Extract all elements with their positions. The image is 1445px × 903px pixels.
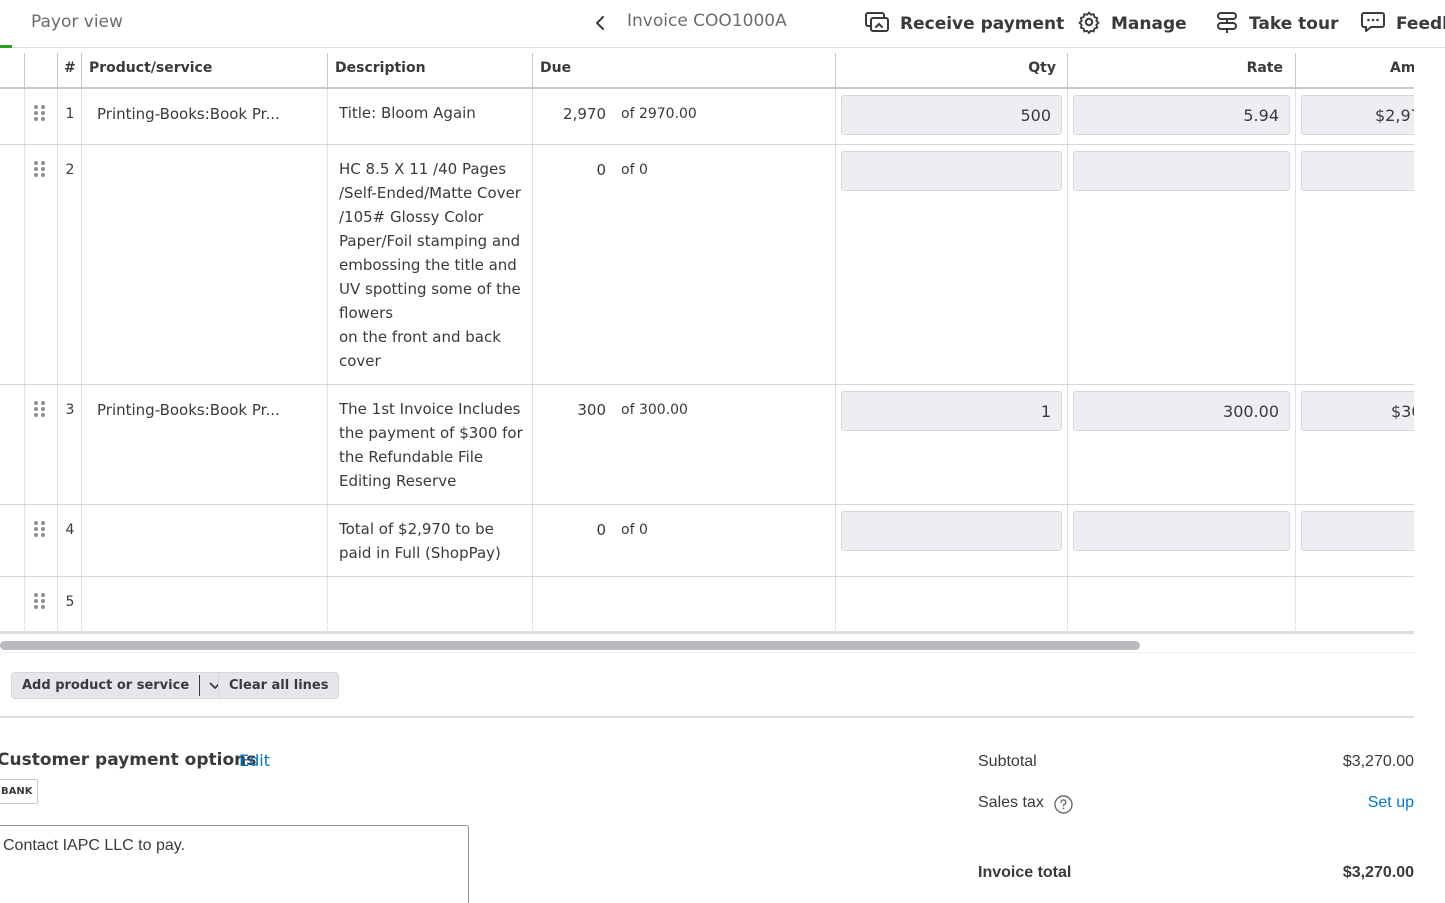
drag-handle-icon[interactable] [34, 105, 46, 121]
invoice-total-value: $3,270.00 [1342, 864, 1414, 881]
table-row[interactable]: 4 Total of $2,970 to be paid in Full (Sh… [0, 505, 1414, 577]
subtotal-value: $3,270.00 [1342, 753, 1414, 770]
rate-input[interactable]: 5.94 [1073, 95, 1290, 135]
customer-message-text: Contact IAPC LLC to pay. [3, 837, 186, 854]
manage-label: Manage [1111, 14, 1187, 34]
header-rate[interactable]: Rate [1247, 60, 1283, 76]
table-row[interactable]: 2 HC 8.5 X 11 /40 Pages /Self-Ended/Matt… [0, 145, 1414, 385]
receive-payment-icon [864, 10, 890, 39]
feedback-label: Feedb [1396, 14, 1445, 34]
line-items-table: # Product/service Description Due Qty Ra… [0, 53, 1414, 634]
description-cell[interactable]: HC 8.5 X 11 /40 Pages /Self-Ended/Matte … [339, 157, 525, 373]
amount-input[interactable] [1301, 511, 1414, 551]
header-due[interactable]: Due [540, 60, 571, 76]
amount-input[interactable] [1301, 151, 1414, 191]
gear-icon [1077, 10, 1101, 39]
qty-input[interactable] [841, 511, 1062, 551]
customer-message-field[interactable]: Contact IAPC LLC to pay. [0, 825, 469, 903]
add-product-button[interactable]: Add product or service [12, 673, 199, 698]
invoice-total-label: Invoice total [978, 864, 1072, 881]
due-value: 300 [577, 401, 606, 419]
sales-tax-setup-link[interactable]: Set up [1368, 794, 1414, 812]
qty-input[interactable]: 500 [841, 95, 1062, 135]
chat-bubble-icon [1360, 10, 1386, 39]
due-of: of 2970.00 [621, 106, 697, 122]
payment-options-edit-link[interactable]: Edit [239, 751, 270, 770]
drag-handle-icon[interactable] [34, 161, 46, 177]
rate-input[interactable]: 300.00 [1073, 391, 1290, 431]
manage-button[interactable]: Manage [1077, 9, 1187, 39]
header-description[interactable]: Description [335, 60, 426, 76]
row-number: 3 [65, 402, 75, 418]
sales-tax-label: Sales tax [978, 794, 1044, 811]
table-row[interactable]: 5 [0, 577, 1414, 631]
drag-handle-icon[interactable] [34, 401, 46, 417]
table-row[interactable]: 1 Printing-Books:Book Pr... Title: Bloom… [0, 89, 1414, 145]
description-cell[interactable]: Total of $2,970 to be paid in Full (Shop… [339, 517, 525, 565]
rate-input[interactable] [1073, 151, 1290, 191]
header-amount[interactable]: Am [1390, 60, 1414, 76]
add-product-split-button: Add product or service [11, 672, 232, 699]
payor-view-link[interactable]: Payor view [31, 12, 123, 32]
description-cell[interactable]: Title: Bloom Again [339, 101, 525, 125]
signpost-icon [1215, 10, 1239, 39]
header-num: # [64, 60, 76, 76]
due-value: 0 [596, 521, 606, 539]
due-of: of 0 [621, 162, 648, 178]
drag-handle-icon[interactable] [34, 593, 46, 609]
table-row[interactable]: 3 Printing-Books:Book Pr... The 1st Invo… [0, 385, 1414, 505]
product-cell[interactable]: Printing-Books:Book Pr... [97, 401, 280, 419]
chevron-left-icon[interactable] [590, 12, 610, 34]
top-bar: Payor view Invoice COO1000A Receive paym… [0, 0, 1445, 48]
row-number: 4 [65, 522, 75, 538]
qty-input[interactable] [841, 151, 1062, 191]
help-icon[interactable] [1054, 795, 1073, 814]
due-value: 2,970 [563, 105, 606, 123]
payment-options-title: Customer payment options [0, 750, 257, 770]
invoice-title: Invoice COO1000A [627, 11, 787, 31]
progress-indicator [0, 45, 12, 48]
rate-input[interactable] [1073, 511, 1290, 551]
horizontal-scrollbar[interactable] [0, 641, 1140, 650]
qty-input[interactable]: 1 [841, 391, 1062, 431]
bank-badge: BANK [0, 779, 39, 804]
due-of: of 300.00 [621, 402, 688, 418]
receive-payment-label: Receive payment [900, 14, 1065, 34]
due-value: 0 [596, 161, 606, 179]
amount-input[interactable]: $30 [1301, 391, 1414, 431]
row-number: 2 [65, 162, 75, 178]
receive-payment-button[interactable]: Receive payment [864, 9, 1064, 39]
feedback-button[interactable]: Feedb [1360, 9, 1445, 39]
take-tour-button[interactable]: Take tour [1215, 9, 1338, 39]
row-number: 5 [65, 594, 75, 610]
product-cell[interactable]: Printing-Books:Book Pr... [97, 105, 280, 123]
description-cell[interactable]: The 1st Invoice Includes the payment of … [339, 397, 525, 493]
table-header: # Product/service Description Due Qty Ra… [0, 53, 1414, 89]
section-divider [0, 716, 1414, 718]
row-number: 1 [65, 106, 75, 122]
take-tour-label: Take tour [1249, 14, 1339, 34]
drag-handle-icon[interactable] [34, 521, 46, 537]
header-product[interactable]: Product/service [89, 60, 212, 76]
clear-all-lines-button[interactable]: Clear all lines [218, 672, 340, 699]
amount-input[interactable]: $2,97 [1301, 95, 1414, 135]
subtotal-label: Subtotal [978, 753, 1037, 770]
header-qty[interactable]: Qty [1028, 60, 1056, 76]
due-of: of 0 [621, 522, 648, 538]
